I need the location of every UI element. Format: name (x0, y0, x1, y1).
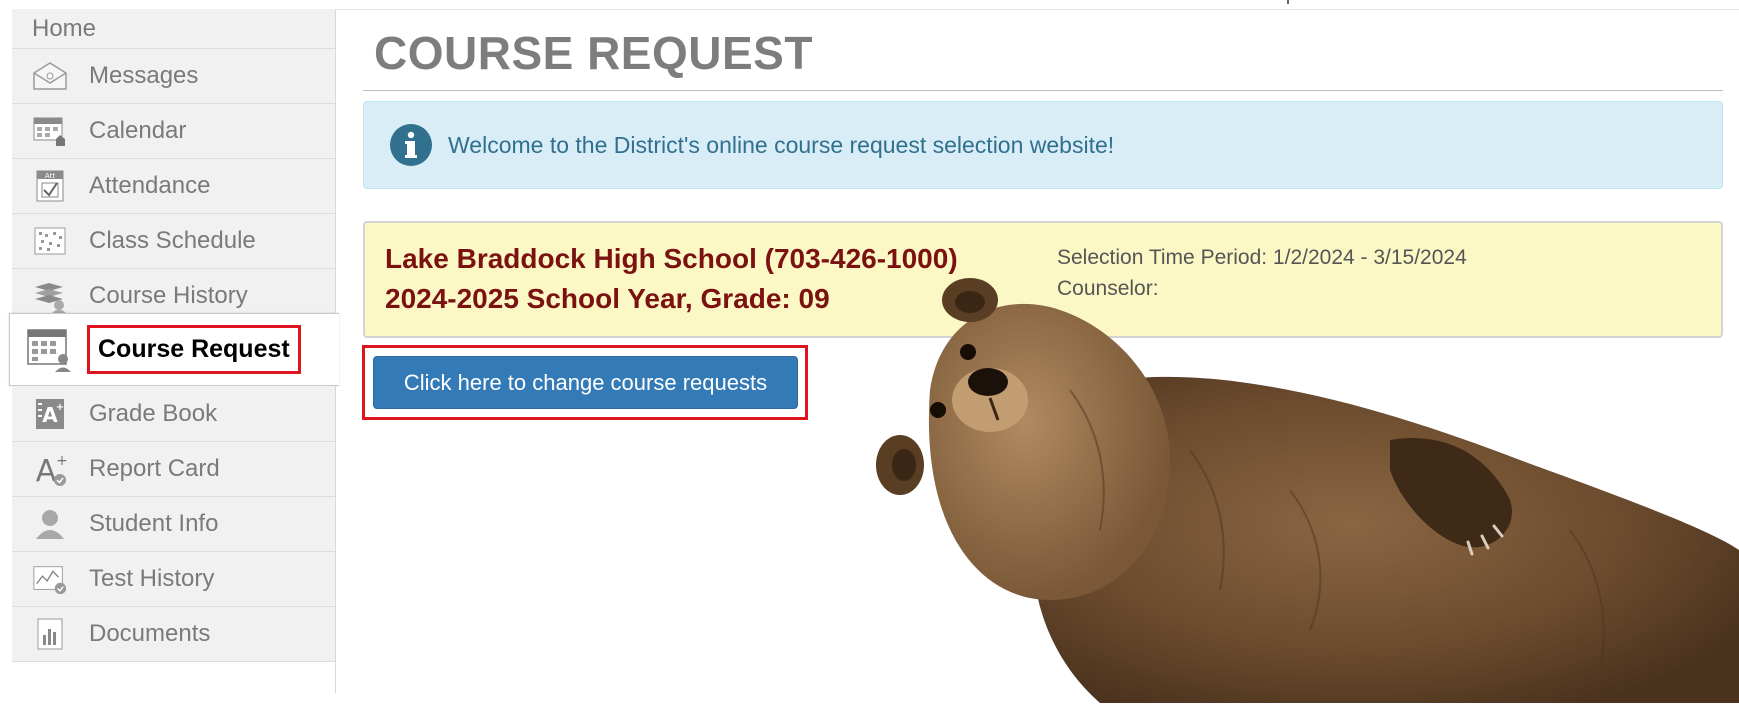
selection-time-period: Selection Time Period: 1/2/2024 - 3/15/2… (1057, 246, 1467, 269)
svg-text:A: A (36, 454, 57, 487)
sidebar-item-grade-book[interactable]: A + Grade Book (12, 387, 335, 442)
sidebar-item-student-info[interactable]: Student Info (12, 497, 335, 552)
sidebar-item-attendance[interactable]: Att Attendance (12, 159, 335, 214)
sidebar-item-documents[interactable]: Documents (12, 607, 335, 662)
sidebar-item-label: Messages (89, 62, 199, 89)
sidebar-item-home[interactable]: Home (12, 9, 335, 49)
change-course-requests-button[interactable]: Click here to change course requests (373, 356, 798, 409)
page-title: COURSE REQUEST (374, 27, 813, 79)
top-tick-mark (1287, 0, 1289, 4)
books-icon (32, 279, 68, 313)
info-icon (389, 123, 433, 167)
chart-icon (32, 562, 68, 596)
button-highlight-box: Click here to change course requests (362, 345, 808, 420)
attendance-icon: Att (32, 169, 68, 203)
envelope-icon (32, 59, 68, 93)
title-divider (363, 90, 1723, 91)
calendar-icon (32, 114, 68, 148)
sidebar-item-course-request[interactable]: Course Request (9, 313, 339, 386)
sidebar-item-test-history[interactable]: Test History (12, 552, 335, 607)
sidebar-item-label: Test History (89, 565, 215, 592)
sidebar-item-messages[interactable]: Messages (12, 49, 335, 104)
sidebar-item-label: Course History (89, 282, 248, 309)
student-icon (32, 507, 68, 541)
sidebar-item-label: Home (32, 14, 97, 42)
svg-text:+: + (56, 402, 64, 413)
sidebar-item-label: Report Card (89, 455, 220, 482)
welcome-message: Welcome to the District's online course … (448, 131, 1115, 158)
svg-text:+: + (56, 453, 68, 469)
sidebar-item-report-card[interactable]: A + Report Card (12, 442, 335, 497)
sidebar-item-calendar[interactable]: Calendar (12, 104, 335, 159)
sidebar-item-label: Attendance (89, 172, 211, 199)
sidebar-item-label: Student Info (89, 510, 219, 537)
sidebar-item-label: Calendar (89, 117, 187, 144)
sidebar-item-label: Course Request (87, 325, 301, 374)
gradebook-icon: A + (32, 397, 68, 431)
sidebar-nav: Home Messages Calendar Att Attendance Cl… (9, 9, 339, 693)
info-alert: Welcome to the District's online course … (363, 101, 1723, 189)
sidebar-item-label: Grade Book (89, 400, 218, 427)
sidebar-item-class-schedule[interactable]: Class Schedule (12, 214, 335, 269)
schedule-icon (32, 224, 68, 258)
document-icon (32, 617, 68, 651)
sidebar-item-label: Documents (89, 620, 211, 647)
course-request-icon (25, 326, 73, 374)
bear-image (876, 278, 1739, 703)
school-year-grade: 2024-2025 School Year, Grade: 09 (385, 283, 830, 314)
report-card-icon: A + (32, 452, 68, 487)
sidebar-item-label: Class Schedule (89, 227, 256, 254)
svg-text:Att: Att (45, 172, 55, 180)
